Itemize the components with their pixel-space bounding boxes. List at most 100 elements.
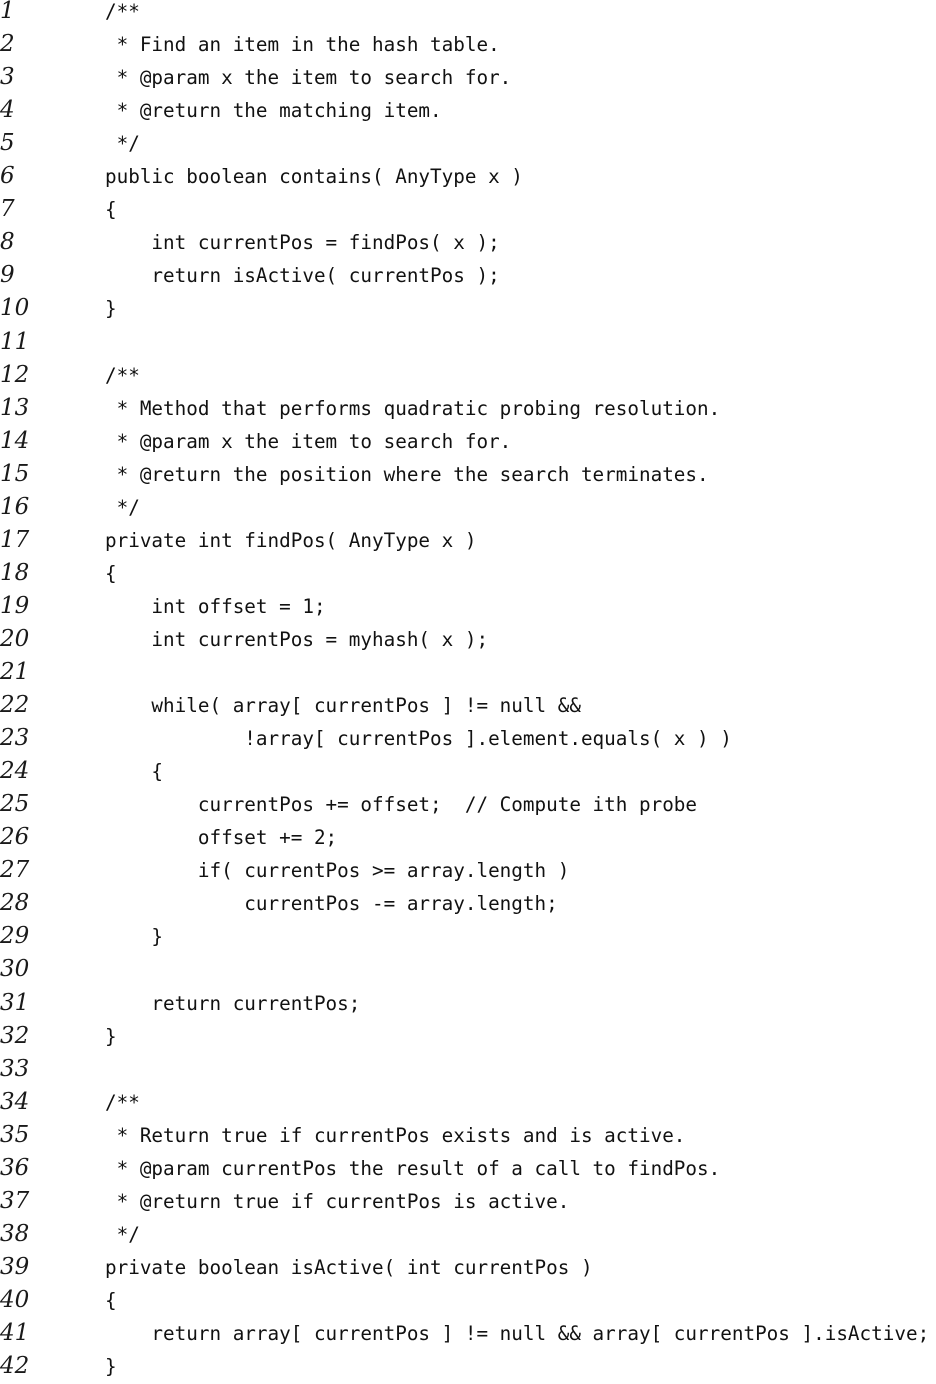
line-number: 7: [0, 196, 15, 223]
code-line: 2 * Find an item in the hash table.: [0, 28, 936, 61]
code-text: {: [105, 561, 117, 585]
line-number: 10: [0, 295, 30, 322]
code-text: if( currentPos >= array.length ): [105, 859, 570, 883]
line-number: 33: [0, 1055, 30, 1082]
code-line: 17 private int findPos( AnyType x ): [0, 524, 936, 557]
line-number: 15: [0, 460, 30, 487]
line-number: 23: [0, 725, 30, 752]
code-text: * Method that performs quadratic probing…: [105, 396, 721, 420]
code-line: 34 /**: [0, 1086, 936, 1119]
code-line: 32}: [0, 1020, 936, 1053]
line-number: 27: [0, 857, 30, 884]
line-number: 22: [0, 692, 30, 719]
code-text: * @return true if currentPos is active.: [105, 1189, 570, 1213]
code-text: private int findPos( AnyType x ): [105, 528, 477, 552]
line-number: 2: [0, 31, 15, 58]
code-line: 6 public boolean contains( AnyType x ): [0, 160, 936, 193]
code-line: 33: [0, 1053, 936, 1086]
line-number: 26: [0, 824, 30, 851]
code-line: 16 */: [0, 491, 936, 524]
code-text: * @return the position where the search …: [105, 462, 709, 486]
code-line: 4 * @return the matching item.: [0, 94, 936, 127]
code-text: public boolean contains( AnyType x ): [105, 165, 523, 189]
line-number: 18: [0, 559, 30, 586]
code-line: 20 int currentPos = myhash( x );: [0, 623, 936, 656]
code-line: 24 {: [0, 755, 936, 788]
line-number: 5: [0, 130, 15, 157]
code-line: 28 currentPos -= array.length;: [0, 887, 936, 920]
line-number: 1: [0, 0, 15, 24]
code-line: 14 * @param x the item to search for.: [0, 425, 936, 458]
code-text: * @param x the item to search for.: [105, 429, 512, 453]
code-text: int offset = 1;: [105, 594, 326, 618]
code-line: 10}: [0, 292, 936, 325]
code-text: return currentPos;: [105, 991, 361, 1015]
code-line: 25 currentPos += offset; // Compute ith …: [0, 788, 936, 821]
line-number: 12: [0, 361, 30, 388]
code-line: 22 while( array[ currentPos ] != null &&: [0, 689, 936, 722]
line-number: 21: [0, 659, 30, 685]
line-number: 31: [0, 989, 30, 1016]
line-number: 36: [0, 1154, 30, 1181]
code-text: currentPos -= array.length;: [105, 892, 558, 916]
line-number: 19: [0, 592, 30, 619]
code-line: 5 */: [0, 127, 936, 160]
code-text: {: [105, 198, 117, 222]
code-line: 7{: [0, 193, 936, 226]
code-line: 26 offset += 2;: [0, 821, 936, 854]
line-number: 34: [0, 1088, 30, 1115]
line-number: 3: [0, 64, 15, 91]
line-number: 32: [0, 1022, 30, 1049]
code-text: offset += 2;: [105, 826, 338, 850]
line-number: 29: [0, 923, 30, 950]
code-line: 19 int offset = 1;: [0, 590, 936, 623]
code-line: 37 * @return true if currentPos is activ…: [0, 1185, 936, 1218]
code-line: 40 {: [0, 1284, 936, 1317]
line-number: 4: [0, 97, 15, 124]
line-number: 41: [0, 1320, 30, 1346]
code-line: 29 }: [0, 920, 936, 953]
line-number: 35: [0, 1121, 30, 1148]
code-line: 15 * @return the position where the sear…: [0, 458, 936, 491]
line-number: 16: [0, 493, 30, 520]
code-line: 35 * Return true if currentPos exists an…: [0, 1119, 936, 1152]
code-text: }: [105, 1355, 117, 1379]
code-line: 21: [0, 656, 936, 689]
line-number: 28: [0, 890, 30, 917]
code-text: /**: [105, 363, 140, 387]
code-listing: 1 /** 2 * Find an item in the hash table. 3…: [0, 0, 936, 1384]
code-text: * @param x the item to search for.: [105, 66, 512, 90]
code-text: return isActive( currentPos );: [105, 264, 500, 288]
code-line: 38 */: [0, 1218, 936, 1251]
code-text: private boolean isActive( int currentPos…: [105, 1255, 593, 1279]
code-text: * Find an item in the hash table.: [105, 33, 500, 57]
line-number: 8: [0, 229, 15, 256]
code-line: 41 return array[ currentPos ] != null &&…: [0, 1317, 936, 1350]
code-text: * @param currentPos the result of a call…: [105, 1156, 721, 1180]
line-number: 39: [0, 1253, 30, 1280]
code-text: */: [105, 1222, 140, 1246]
line-number: 30: [0, 956, 30, 983]
code-line: 39 private boolean isActive( int currentP…: [0, 1251, 936, 1284]
code-text: * Return true if currentPos exists and i…: [105, 1123, 686, 1147]
code-line: 8 int currentPos = findPos( x );: [0, 226, 936, 259]
code-text: */: [105, 132, 140, 156]
code-line: 36 * @param currentPos the result of a c…: [0, 1152, 936, 1185]
line-number: 24: [0, 758, 30, 785]
code-text: */: [105, 495, 140, 519]
code-line: 42}: [0, 1350, 936, 1383]
code-text: }: [105, 1024, 117, 1048]
line-number: 14: [0, 427, 30, 454]
line-number: 38: [0, 1220, 30, 1247]
line-number: 17: [0, 526, 30, 553]
code-text: }: [105, 297, 117, 321]
code-line: 27 if( currentPos >= array.length ): [0, 854, 936, 887]
code-line: 23 !array[ currentPos ].element.equals( …: [0, 722, 936, 755]
code-text: !array[ currentPos ].element.equals( x )…: [105, 727, 732, 751]
code-line: 18 {: [0, 557, 936, 590]
code-line: 30: [0, 953, 936, 986]
code-line: 12 /**: [0, 359, 936, 392]
line-number: 20: [0, 625, 30, 652]
code-line: 9 return isActive( currentPos );: [0, 259, 936, 292]
code-text: return array[ currentPos ] != null && ar…: [105, 1322, 930, 1345]
